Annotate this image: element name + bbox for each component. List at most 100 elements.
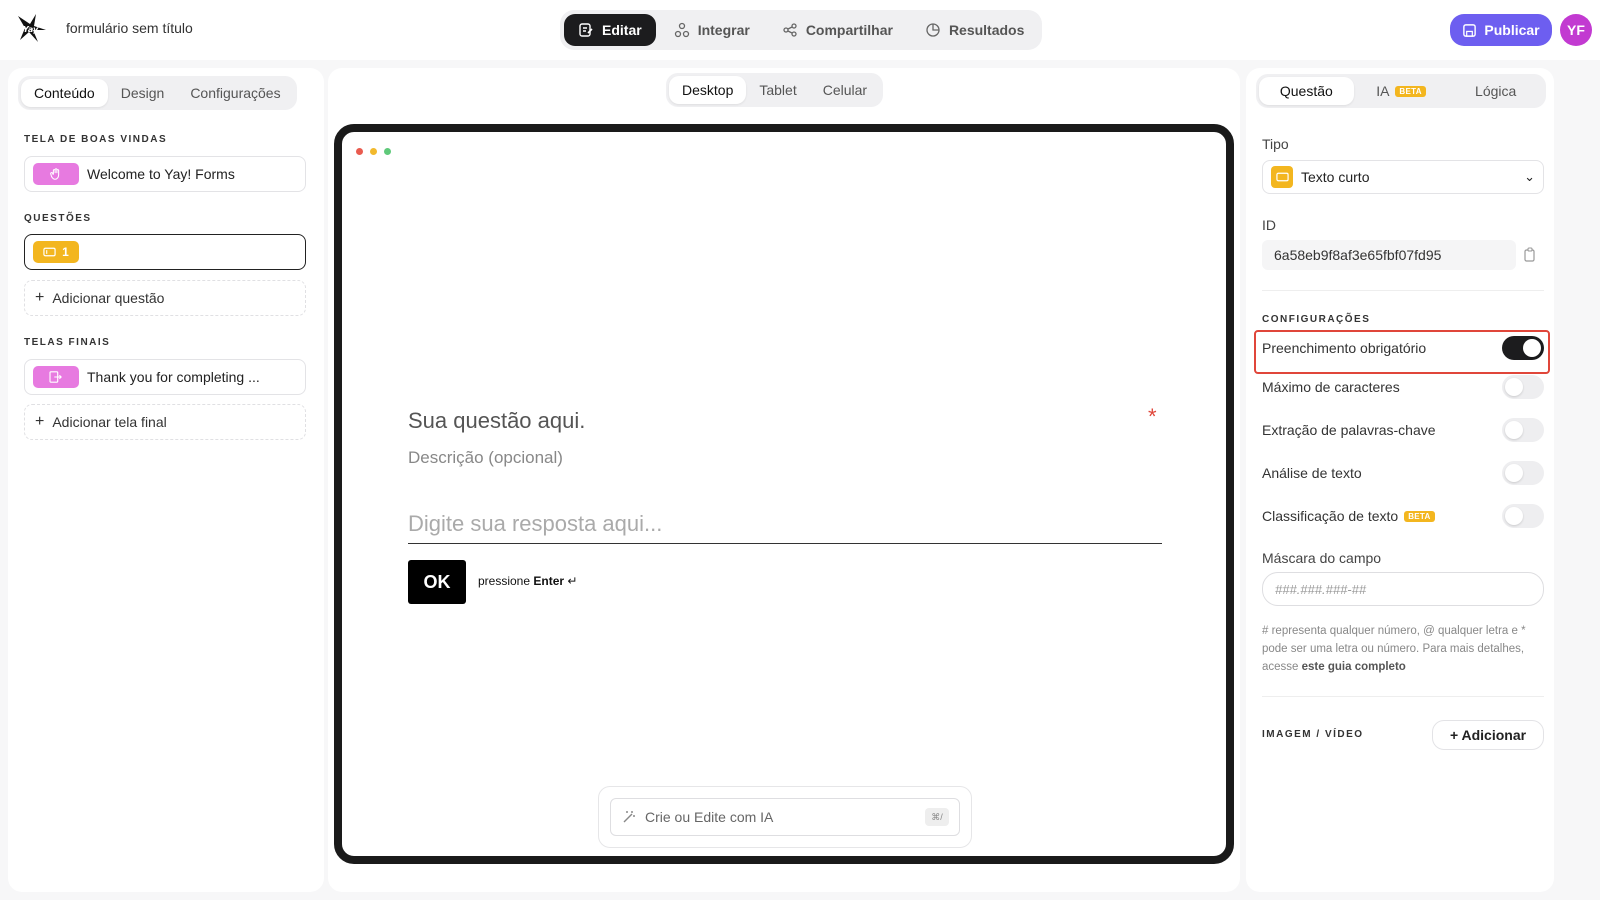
- divider: [1262, 290, 1544, 291]
- text-analysis-label: Análise de texto: [1262, 465, 1362, 481]
- beta-badge: BETA: [1404, 510, 1435, 522]
- magic-wand-icon: [623, 811, 635, 823]
- keyword-extraction-label: Extração de palavras-chave: [1262, 422, 1436, 438]
- divider: [1262, 696, 1544, 697]
- share-icon: [783, 23, 797, 37]
- short-text-icon: [1271, 166, 1293, 188]
- guide-link[interactable]: este guia completo: [1302, 661, 1406, 673]
- tab-conteudo[interactable]: Conteúdo: [21, 79, 108, 107]
- required-label: Preenchimento obrigatório: [1262, 340, 1427, 356]
- tab-ia-label: IA: [1376, 83, 1390, 99]
- text-classification-toggle-row: Classificação de texto BETA: [1262, 501, 1544, 531]
- edit-icon: [579, 23, 593, 37]
- max-chars-label: Máximo de caracteres: [1262, 379, 1400, 395]
- device-frame: Sua questão aqui. * Descrição (opcional)…: [334, 124, 1234, 864]
- right-tabs: Questão IA BETA Lógica: [1256, 74, 1546, 108]
- add-ending-button[interactable]: + Adicionar tela final: [24, 404, 306, 440]
- save-icon: [1463, 23, 1477, 37]
- settings-section-label: CONFIGURAÇÕES: [1262, 314, 1371, 325]
- enter-icon: ↵: [567, 574, 578, 588]
- question-item[interactable]: 1: [24, 234, 306, 270]
- tab-questao[interactable]: Questão: [1259, 77, 1354, 105]
- red-dot-icon: [356, 148, 363, 155]
- keyword-extraction-toggle[interactable]: [1502, 418, 1544, 442]
- question-title[interactable]: Sua questão aqui.: [408, 408, 585, 434]
- tab-editar[interactable]: Editar: [564, 14, 656, 46]
- question-number: 1: [62, 245, 69, 259]
- media-section-label: IMAGEM / VÍDEO: [1262, 729, 1364, 740]
- tab-configuracoes[interactable]: Configurações: [177, 79, 293, 107]
- id-field[interactable]: 6a58eb9f8af3e65fbf07fd95: [1262, 240, 1516, 270]
- mask-input[interactable]: ###.###.###-##: [1262, 572, 1544, 606]
- tab-editar-label: Editar: [602, 22, 642, 38]
- type-select[interactable]: Texto curto ⌄: [1262, 160, 1544, 194]
- properties-panel: Questão IA BETA Lógica Tipo Texto curto …: [1246, 68, 1554, 892]
- ending-screen-item[interactable]: Thank you for completing ...: [24, 359, 306, 395]
- results-icon: [926, 23, 940, 37]
- tab-compartilhar[interactable]: Compartilhar: [768, 14, 907, 46]
- mask-help-text: # representa qualquer número, @ qualquer…: [1262, 622, 1544, 676]
- max-chars-toggle[interactable]: [1502, 375, 1544, 399]
- avatar[interactable]: YF: [1560, 14, 1592, 46]
- copy-icon[interactable]: [1522, 247, 1538, 263]
- tab-integrar-label: Integrar: [697, 22, 750, 38]
- window-dots: [356, 148, 391, 155]
- green-dot-icon: [384, 148, 391, 155]
- tab-ia[interactable]: IA BETA: [1354, 77, 1449, 105]
- id-label: ID: [1262, 217, 1276, 233]
- add-media-button[interactable]: + Adicionar: [1432, 720, 1544, 750]
- short-text-icon: 1: [33, 241, 79, 263]
- tab-celular[interactable]: Celular: [810, 76, 880, 104]
- preview-area: Desktop Tablet Celular Sua questão aqui.…: [328, 68, 1240, 892]
- required-toggle-row: Preenchimento obrigatório: [1262, 333, 1544, 363]
- plus-icon: +: [35, 413, 45, 430]
- publish-button[interactable]: Publicar: [1450, 14, 1552, 46]
- questions-section-label: QUESTÕES: [24, 213, 92, 224]
- required-star: *: [1148, 404, 1157, 429]
- ai-prompt-placeholder: Crie ou Edite com IA: [645, 809, 774, 825]
- type-label: Tipo: [1262, 136, 1289, 152]
- answer-input[interactable]: Digite sua resposta aqui...: [408, 504, 1162, 544]
- top-bar: Yay formulário sem título Editar Integra…: [0, 0, 1600, 60]
- text-analysis-toggle[interactable]: [1502, 461, 1544, 485]
- add-ending-label: Adicionar tela final: [52, 414, 167, 430]
- question-description[interactable]: Descrição (opcional): [408, 448, 563, 468]
- svg-text:Yay: Yay: [23, 25, 39, 34]
- press-key: Enter: [533, 574, 565, 588]
- ok-button[interactable]: OK: [408, 560, 466, 604]
- ai-prompt-input[interactable]: Crie ou Edite com IA ⌘/: [610, 798, 960, 836]
- chevron-down-icon: ⌄: [1524, 169, 1535, 184]
- add-question-button[interactable]: + Adicionar questão: [24, 280, 306, 316]
- tab-logica[interactable]: Lógica: [1448, 77, 1543, 105]
- keyword-extraction-toggle-row: Extração de palavras-chave: [1262, 415, 1544, 445]
- exit-icon: [33, 366, 79, 388]
- welcome-screen-item[interactable]: Welcome to Yay! Forms: [24, 156, 306, 192]
- device-tabs: Desktop Tablet Celular: [666, 73, 884, 107]
- text-analysis-toggle-row: Análise de texto: [1262, 458, 1544, 488]
- tab-design[interactable]: Design: [108, 79, 178, 107]
- form-title[interactable]: formulário sem título: [66, 20, 193, 36]
- plus-icon: +: [35, 289, 45, 306]
- welcome-item-label: Welcome to Yay! Forms: [87, 166, 235, 182]
- left-tabs: Conteúdo Design Configurações: [18, 76, 297, 110]
- tab-resultados[interactable]: Resultados: [911, 14, 1038, 46]
- yay-logo-icon[interactable]: Yay: [14, 10, 50, 46]
- tab-integrar[interactable]: Integrar: [660, 14, 764, 46]
- required-toggle[interactable]: [1502, 336, 1544, 360]
- type-value: Texto curto: [1301, 169, 1370, 185]
- add-question-label: Adicionar questão: [52, 290, 165, 306]
- shortcut-badge: ⌘/: [925, 808, 949, 826]
- endings-section-label: TELAS FINAIS: [24, 337, 111, 348]
- tab-tablet[interactable]: Tablet: [746, 76, 809, 104]
- beta-badge: BETA: [1395, 85, 1426, 97]
- tab-resultados-label: Resultados: [948, 22, 1025, 38]
- max-chars-toggle-row: Máximo de caracteres: [1262, 372, 1544, 402]
- text-classification-toggle[interactable]: [1502, 504, 1544, 528]
- content-sidebar: Conteúdo Design Configurações TELA DE BO…: [8, 68, 324, 892]
- ending-item-label: Thank you for completing ...: [87, 369, 260, 385]
- tab-desktop[interactable]: Desktop: [669, 76, 747, 104]
- hand-icon: [33, 163, 79, 185]
- text-classification-label: Classificação de texto: [1262, 508, 1399, 524]
- ai-prompt-container: Crie ou Edite com IA ⌘/: [598, 786, 972, 848]
- yellow-dot-icon: [370, 148, 377, 155]
